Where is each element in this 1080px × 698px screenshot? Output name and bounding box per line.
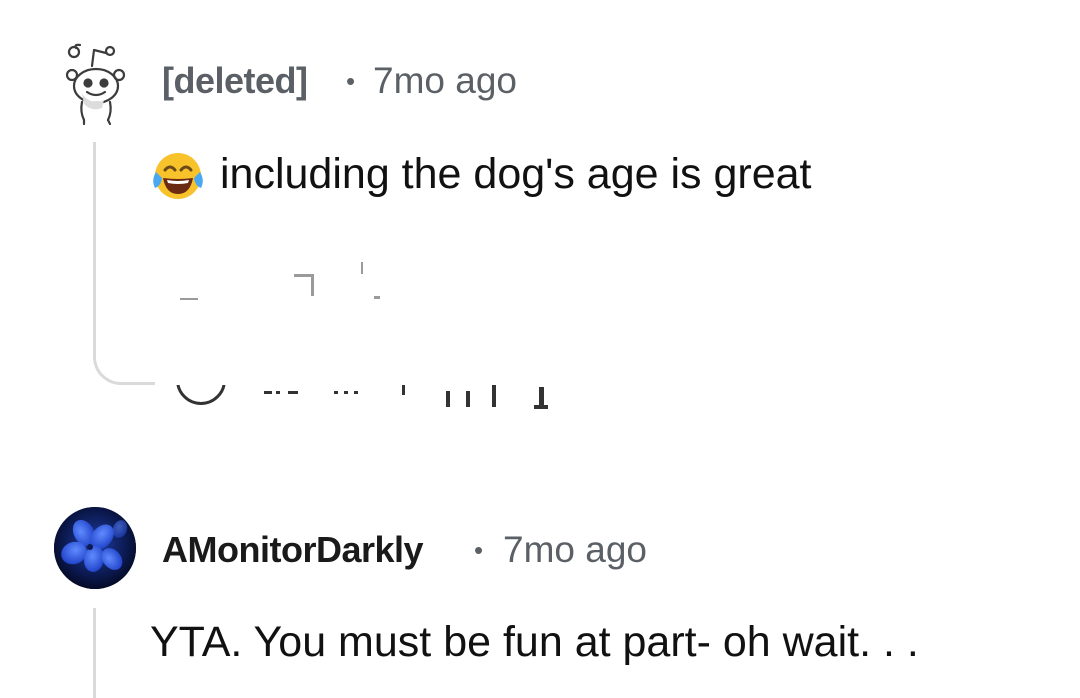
comment-username[interactable]: AMonitorDarkly [162, 529, 424, 571]
comment-2: AMonitorDarkly • 7mo ago YTA. You must b… [0, 440, 1080, 698]
thread-line[interactable] [93, 142, 155, 385]
comment-1: [deleted] • 7mo ago including the dog's … [0, 0, 1080, 440]
comment-body: YTA. You must be fun at part- oh wait. .… [150, 618, 919, 666]
thread-line[interactable] [93, 608, 96, 698]
deleted-user-avatar[interactable] [58, 40, 130, 126]
render-artifact [374, 296, 380, 299]
snoo-icon [65, 43, 126, 126]
face-with-tears-of-joy-icon [150, 150, 206, 202]
comment-timestamp: 7mo ago [373, 60, 517, 101]
comment-timestamp: 7mo ago [503, 529, 647, 570]
render-artifact [361, 262, 363, 274]
render-artifact [311, 274, 314, 296]
partial-action-row [176, 385, 566, 413]
comment-username[interactable]: [deleted] [162, 60, 308, 102]
comment-body: including the dog's age is great [220, 150, 812, 198]
blue-flower-avatar-image [54, 507, 136, 589]
render-artifact [180, 298, 198, 300]
meta-separator: • [474, 535, 484, 565]
meta-separator: • [346, 66, 356, 96]
user-avatar[interactable] [54, 507, 136, 589]
